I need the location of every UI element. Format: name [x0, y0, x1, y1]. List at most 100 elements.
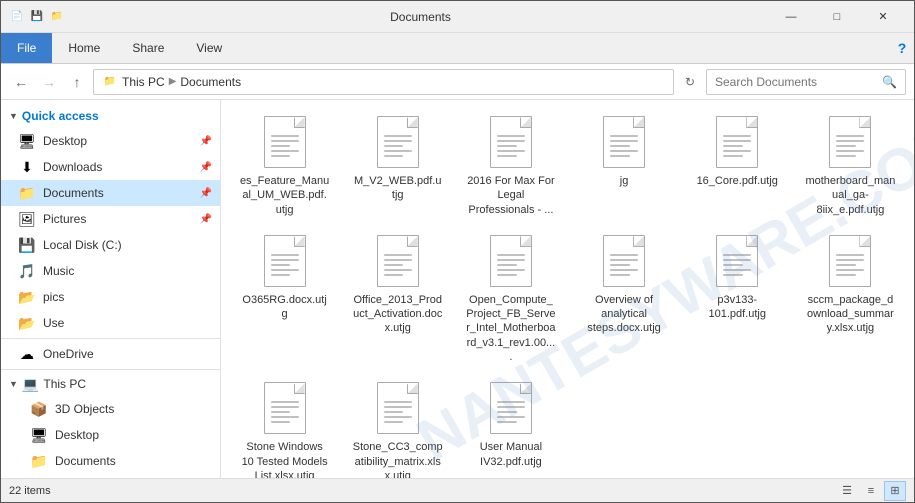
minimize-button[interactable]: — [768, 1, 814, 33]
file-line [836, 135, 864, 137]
sidebar-item-music[interactable]: 🎵 Music [1, 258, 220, 284]
file-icon [487, 382, 535, 438]
sidebar-item-desktop[interactable]: 🖥 Desktop 📌 [1, 128, 220, 154]
file-name: Stone_CC3_compatibility_matrix.xlsx.utjg [353, 440, 443, 478]
file-line [836, 259, 864, 261]
breadcrumb-documents[interactable]: Documents [180, 75, 241, 89]
file-line-short [271, 411, 291, 413]
file-page [377, 116, 419, 168]
file-line [497, 259, 525, 261]
explorer-window: 📄 💾 📁 Documents — □ ✕ File Home Share Vi… [0, 0, 915, 503]
file-lines [491, 240, 531, 282]
view-details-button[interactable]: ≡ [860, 481, 882, 501]
file-line [384, 140, 412, 142]
file-line [836, 150, 864, 152]
up-button[interactable]: ↑ [65, 70, 89, 94]
sidebar-item-downloads[interactable]: ⬇ Downloads 📌 [1, 154, 220, 180]
close-button[interactable]: ✕ [860, 1, 906, 33]
file-line [384, 150, 412, 152]
file-line-short [836, 145, 856, 147]
breadcrumb[interactable]: 📁 This PC ▶ Documents [93, 69, 674, 95]
file-item[interactable]: 16_Core.pdf.utjg [682, 108, 793, 225]
file-item[interactable]: 2016 For Max For Legal Professionals - .… [455, 108, 566, 225]
search-bar[interactable]: 🔍 [706, 69, 906, 95]
file-line [836, 254, 864, 256]
file-icon [713, 116, 761, 172]
file-name: 2016 For Max For Legal Professionals - .… [466, 174, 556, 217]
file-line-short [610, 145, 630, 147]
back-button[interactable]: ← [9, 70, 33, 94]
file-lines [378, 240, 418, 282]
sidebar-item-documents2[interactable]: 📁 Documents [1, 448, 220, 474]
maximize-button[interactable]: □ [814, 1, 860, 33]
refresh-button[interactable]: ↻ [678, 70, 702, 94]
pics-folder-icon: 📂 [17, 287, 37, 307]
sidebar-item-onedrive[interactable]: ☁ OneDrive [1, 341, 220, 367]
list-icon: ☰ [842, 484, 852, 497]
view-list-button[interactable]: ☰ [836, 481, 858, 501]
file-lines [491, 121, 531, 163]
breadcrumb-thispc[interactable]: This PC [122, 75, 165, 89]
file-icon [374, 116, 422, 172]
file-line-short [271, 155, 291, 157]
file-line [610, 150, 638, 152]
file-item[interactable]: motherboard_manual_ga-8iix_e.pdf.utjg [795, 108, 906, 225]
sidebar-item-documents[interactable]: 📁 Documents 📌 [1, 180, 220, 206]
ribbon: File Home Share View ? [1, 33, 914, 64]
thispc-label: This PC [43, 377, 86, 391]
sidebar-divider-1 [1, 338, 220, 339]
file-item[interactable]: Office_2013_Product_Activation.docx.utjg [342, 227, 453, 372]
file-item[interactable]: Overview of analytical steps.docx.utjg [568, 227, 679, 372]
file-item[interactable]: O365RG.docx.utjg [229, 227, 340, 372]
file-line-short [271, 145, 291, 147]
file-line-short [836, 155, 856, 157]
file-item[interactable]: M_V2_WEB.pdf.utjg [342, 108, 453, 225]
sidebar-thispc-header[interactable]: ▼ 💻 This PC [1, 372, 220, 396]
file-item[interactable]: Stone_CC3_compatibility_matrix.xlsx.utjg [342, 374, 453, 478]
sidebar-divider-2 [1, 369, 220, 370]
help-button[interactable]: ? [890, 33, 914, 63]
file-item[interactable]: User Manual IV32.pdf.utjg [455, 374, 566, 478]
sidebar-item-3dobjects[interactable]: 📦 3D Objects [1, 396, 220, 422]
file-name: M_V2_WEB.pdf.utjg [353, 174, 443, 203]
file-line-short [723, 145, 743, 147]
file-page [490, 116, 532, 168]
file-line [497, 150, 525, 152]
file-icon [261, 235, 309, 291]
sidebar-item-localdisk[interactable]: 💾 Local Disk (C:) [1, 232, 220, 258]
large-icon: ⊞ [890, 484, 899, 497]
view-large-icon-button[interactable]: ⊞ [884, 481, 906, 501]
file-item[interactable]: Open_Compute_Project_FB_Server_Intel_Mot… [455, 227, 566, 372]
file-icon [487, 116, 535, 172]
status-bar: 22 items ☰ ≡ ⊞ [1, 478, 914, 502]
file-line-short [836, 274, 856, 276]
file-line [384, 416, 412, 418]
sidebar-item-desktop2[interactable]: 🖥 Desktop [1, 422, 220, 448]
sidebar-item-use[interactable]: 📂 Use [1, 310, 220, 336]
file-item[interactable]: sccm_package_download_summary.xlsx.utjg [795, 227, 906, 372]
sidebar-item-pics[interactable]: 📂 pics [1, 284, 220, 310]
file-item[interactable]: Stone Windows 10 Tested Models List.xlsx… [229, 374, 340, 478]
file-line-short [723, 264, 743, 266]
file-line [497, 254, 525, 256]
sidebar-quick-access-header[interactable]: ▼ Quick access [1, 104, 220, 128]
tab-view[interactable]: View [180, 33, 238, 63]
file-line-short [384, 264, 404, 266]
forward-button[interactable]: → [37, 70, 61, 94]
tab-share[interactable]: Share [116, 33, 180, 63]
file-line-short [497, 421, 517, 423]
file-line-short [836, 264, 856, 266]
window-title: Documents [73, 10, 768, 24]
tab-file[interactable]: File [1, 33, 52, 63]
file-line [610, 269, 638, 271]
file-line [610, 140, 638, 142]
tab-home[interactable]: Home [52, 33, 116, 63]
file-item[interactable]: es_Feature_Manual_UM_WEB.pdf.utjg [229, 108, 340, 225]
search-input[interactable] [715, 75, 878, 89]
file-item[interactable]: jg [568, 108, 679, 225]
sidebar-item-pictures[interactable]: 🖼 Pictures 📌 [1, 206, 220, 232]
pin-icon-pics: 📌 [200, 214, 212, 225]
file-item[interactable]: p3v133-101.pdf.utjg [682, 227, 793, 372]
thispc-icon: 💻 [22, 376, 39, 393]
window-controls: — □ ✕ [768, 1, 906, 33]
